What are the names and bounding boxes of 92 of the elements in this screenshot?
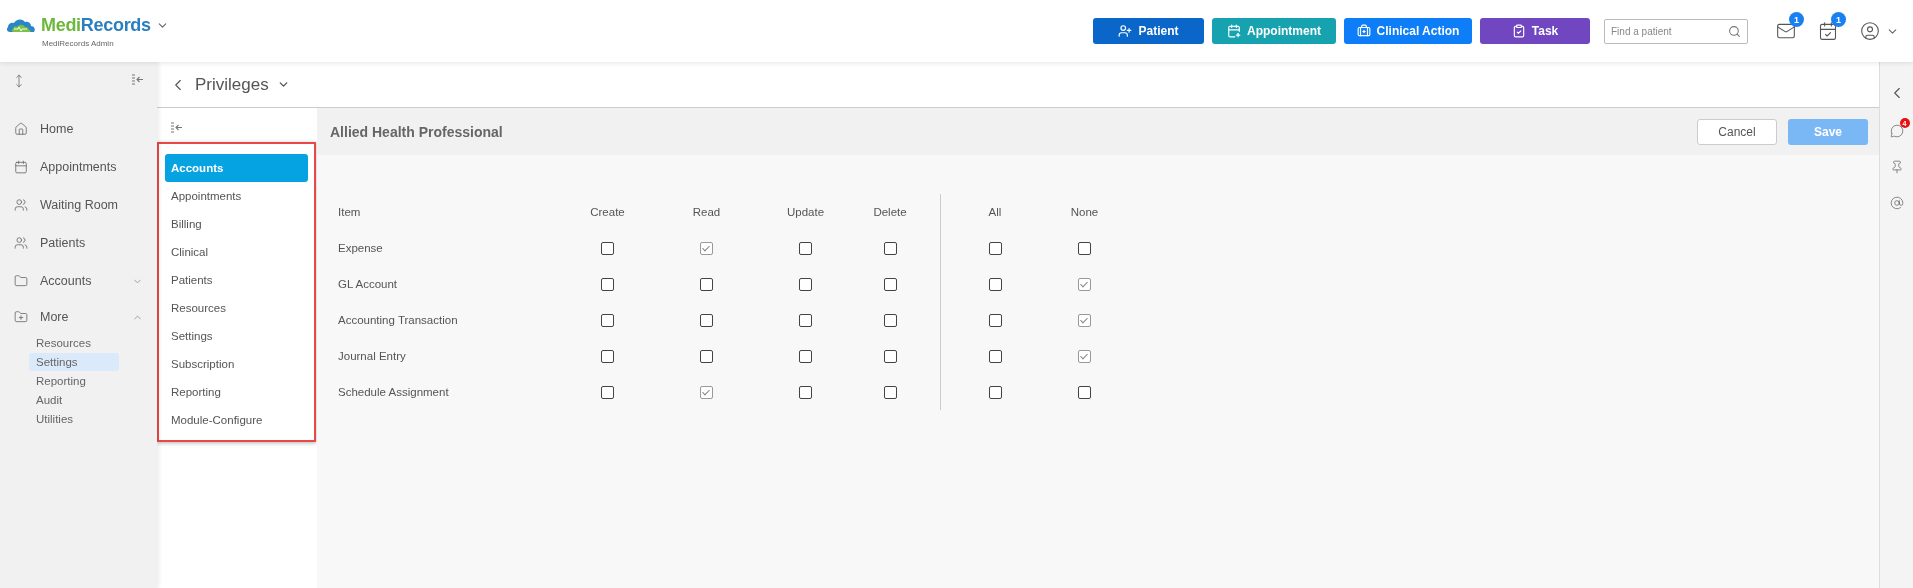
count-badge: 1 bbox=[1831, 12, 1846, 27]
mail-icon[interactable] bbox=[1776, 21, 1796, 41]
checkbox[interactable] bbox=[1078, 385, 1091, 399]
table-cell-text: Schedule Assignment bbox=[338, 385, 450, 400]
category-item[interactable]: Billing bbox=[165, 210, 308, 238]
clipboard-check-icon bbox=[1511, 24, 1526, 38]
checkbox[interactable] bbox=[988, 241, 1002, 255]
collapse-icon[interactable] bbox=[131, 74, 145, 86]
checkbox[interactable] bbox=[799, 349, 812, 363]
patient-action-button[interactable]: Patient bbox=[1093, 18, 1204, 44]
checkbox[interactable] bbox=[601, 241, 614, 255]
checkbox[interactable] bbox=[601, 277, 614, 291]
brand-subtitle: MediRecords Admin bbox=[42, 38, 115, 48]
chat-icon[interactable] bbox=[1889, 124, 1904, 138]
users-icon bbox=[14, 198, 28, 212]
checkbox[interactable] bbox=[799, 241, 812, 255]
search-field[interactable]: Find a patient bbox=[1604, 18, 1748, 44]
search-icon[interactable] bbox=[1728, 24, 1741, 38]
category-item[interactable]: Patients bbox=[165, 266, 308, 294]
checkbox[interactable] bbox=[601, 349, 614, 363]
checkbox[interactable] bbox=[883, 277, 897, 291]
checkbox[interactable] bbox=[700, 349, 713, 363]
checkbox[interactable] bbox=[883, 349, 897, 363]
table-cell-text: Accounting Transaction bbox=[338, 313, 459, 328]
sidebar-item[interactable]: Waiting Room bbox=[0, 186, 157, 224]
at-sign-icon[interactable] bbox=[1889, 196, 1904, 210]
column-header: None bbox=[1069, 205, 1100, 220]
calendar-icon bbox=[14, 160, 28, 174]
checkbox[interactable] bbox=[799, 313, 812, 327]
count-badge: 1 bbox=[1789, 12, 1804, 27]
calendar-plus-icon bbox=[1227, 24, 1241, 38]
checkbox[interactable] bbox=[988, 313, 1002, 327]
sidebar-item[interactable]: Accounts bbox=[0, 262, 157, 300]
category-item[interactable]: Settings bbox=[165, 322, 308, 350]
checkbox[interactable] bbox=[601, 313, 614, 327]
checkbox[interactable] bbox=[1078, 313, 1091, 327]
table-cell-text: Journal Entry bbox=[338, 349, 407, 364]
checkbox[interactable] bbox=[700, 313, 713, 327]
home-icon bbox=[14, 122, 28, 136]
checkbox[interactable] bbox=[700, 277, 713, 291]
folder-icon bbox=[14, 274, 28, 288]
column-header: Update bbox=[785, 205, 826, 220]
table-cell-text: GL Account bbox=[338, 277, 399, 292]
checkbox[interactable] bbox=[988, 349, 1002, 363]
checkbox[interactable] bbox=[883, 241, 897, 255]
sidebar-item[interactable]: More bbox=[0, 300, 157, 334]
sidebar-item[interactable]: Patients bbox=[0, 224, 157, 262]
checkbox[interactable] bbox=[799, 277, 812, 291]
checkbox[interactable] bbox=[883, 313, 897, 327]
folder-plus-icon bbox=[14, 310, 28, 324]
sidebar-subitem[interactable]: Utilities bbox=[29, 410, 119, 428]
checkbox[interactable] bbox=[988, 277, 1002, 291]
category-item[interactable]: Subscription bbox=[165, 350, 308, 378]
page-title: Privileges bbox=[195, 74, 269, 95]
category-item[interactable]: Reporting bbox=[165, 378, 308, 406]
medical-briefcase-icon bbox=[1356, 24, 1371, 38]
column-header: Item bbox=[338, 205, 362, 220]
role-title: Allied Health Professional bbox=[330, 123, 504, 140]
checkbox[interactable] bbox=[988, 385, 1002, 399]
sidebar-item[interactable]: Appointments bbox=[0, 148, 157, 186]
checkbox[interactable] bbox=[799, 385, 812, 399]
column-header: Read bbox=[691, 205, 722, 220]
cancel-button[interactable]: Cancel bbox=[1697, 118, 1777, 145]
category-item[interactable]: Clinical bbox=[165, 238, 308, 266]
checkbox[interactable] bbox=[700, 385, 713, 399]
brand-name: MediRecords bbox=[41, 14, 151, 36]
calendar-check-icon[interactable] bbox=[1818, 21, 1838, 41]
cloud-logo-icon bbox=[6, 17, 36, 33]
user-avatar-icon[interactable] bbox=[1860, 21, 1880, 41]
category-item[interactable]: Resources bbox=[165, 294, 308, 322]
sidebar-subitem[interactable]: Reporting bbox=[29, 372, 119, 390]
sidebar-subitem[interactable]: Settings bbox=[29, 353, 119, 371]
user-plus-icon bbox=[1118, 24, 1133, 38]
column-header: All bbox=[987, 205, 1003, 220]
checkbox[interactable] bbox=[601, 385, 614, 399]
column-header: Create bbox=[589, 205, 626, 220]
category-item[interactable]: Appointments bbox=[165, 182, 308, 210]
category-item[interactable]: Module-Configure bbox=[165, 406, 308, 434]
users-icon bbox=[14, 236, 28, 250]
sidebar-subitem[interactable]: Audit bbox=[29, 391, 119, 409]
checkbox[interactable] bbox=[700, 241, 713, 255]
checkbox[interactable] bbox=[883, 385, 897, 399]
collapse-icon[interactable] bbox=[170, 122, 184, 134]
checkbox[interactable] bbox=[1078, 349, 1091, 363]
checkbox[interactable] bbox=[1078, 277, 1091, 291]
sidebar-item[interactable]: Home bbox=[0, 110, 157, 148]
table-cell-text: Expense bbox=[338, 241, 384, 256]
task-action-button[interactable]: Task bbox=[1480, 18, 1590, 44]
column-header: Delete bbox=[872, 205, 908, 220]
clinical-action-button[interactable]: Clinical Action bbox=[1344, 18, 1472, 44]
checkbox[interactable] bbox=[1078, 241, 1091, 255]
sidebar-subitem[interactable]: Resources bbox=[29, 334, 119, 352]
